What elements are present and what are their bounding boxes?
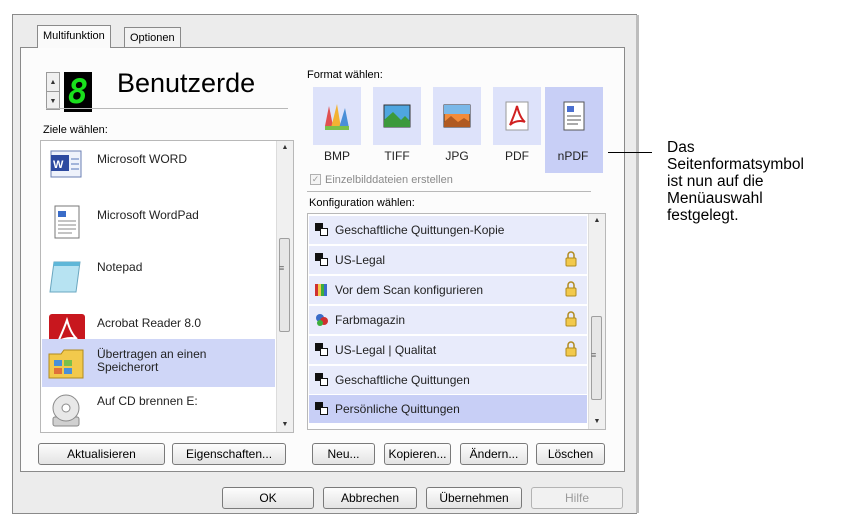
jpg-icon [443,104,471,128]
list-item-label: Microsoft WordPad [97,208,199,222]
apply-button[interactable]: Übernehmen [426,487,522,509]
scroll-down-icon[interactable]: ▼ [589,415,605,429]
wordpad-icon [54,205,80,239]
config-item-label: Geschaftliche Quittungen [335,373,470,387]
format-jpg[interactable]: JPG [429,87,485,173]
list-item-label: Acrobat Reader 8.0 [97,316,202,330]
refresh-button[interactable]: Aktualisieren [38,443,165,465]
config-item[interactable]: US-Legal [309,246,587,274]
format-pdf-label: PDF [505,149,529,163]
cancel-button[interactable]: Abbrechen [323,487,417,509]
config-item-selected[interactable]: Persönliche Quittungen [309,395,587,423]
targets-list[interactable]: W Microsoft WORD Microsoft WordPad Notep… [40,140,294,433]
delete-button[interactable]: Löschen [536,443,605,465]
help-button[interactable]: Hilfe [531,487,623,509]
cd-icon [52,394,80,427]
scanner-config-icon [315,343,328,356]
lock-icon [565,311,577,327]
single-files-checkbox[interactable]: ✓ [310,174,321,185]
config-item[interactable]: Farbmagazin [309,306,587,334]
notepad-icon [49,261,81,293]
magazine-config-icon [316,314,328,326]
scroll-up-icon[interactable]: ▲ [277,141,293,155]
scroll-down-icon[interactable]: ▼ [277,418,293,432]
edit-button[interactable]: Ändern... [460,443,528,465]
format-npdf-label: nPDF [557,149,589,163]
scroll-up-icon[interactable]: ▲ [589,214,605,228]
targets-scrollbar[interactable]: ▲ ≡ ▼ [276,141,293,432]
list-item-label: Notepad [97,260,143,274]
profile-spinner[interactable]: ▲ ▼ [46,72,60,110]
tab-multifunktion[interactable]: Multifunktion [37,25,111,48]
config-label: Konfiguration wählen: [309,197,415,209]
list-item-label: Übertragen an einen Speicherort [97,347,207,374]
format-jpg-label: JPG [445,149,469,163]
lock-icon [565,341,577,357]
format-npdf[interactable]: nPDF [545,87,603,173]
scroll-thumb[interactable] [279,238,290,332]
ok-button[interactable]: OK [222,487,314,509]
targets-label: Ziele wählen: [43,124,108,136]
config-item[interactable]: Geschaftliche Quittungen [309,366,587,394]
new-button[interactable]: Neu... [312,443,375,465]
config-item-label: Geschaftliche Quittungen-Kopie [335,223,505,237]
config-list[interactable]: Geschaftliche Quittungen-Kopie US-Legal … [307,213,606,430]
divider [307,191,591,192]
config-item-label: Vor dem Scan konfigurieren [335,283,484,297]
tiff-icon [383,104,411,128]
list-item[interactable]: Microsoft WordPad [42,197,275,253]
scanner-config-icon [315,223,328,236]
config-item-label: Persönliche Quittungen [335,402,460,416]
lock-icon [565,281,577,297]
format-pdf[interactable]: PDF [489,87,545,173]
config-scrollbar[interactable]: ▲ ≡ ▼ [588,214,605,429]
format-bmp[interactable]: BMP [309,87,365,173]
config-item-label: Farbmagazin [335,313,406,327]
profile-number: 8 [64,72,92,112]
word-icon: W [50,150,82,178]
scanner-config-icon [315,402,328,415]
format-tiff-label: TIFF [384,149,410,163]
svg-text:W: W [53,159,64,171]
scanner-config-icon [315,253,328,266]
config-item-label: US-Legal | Qualitat [335,343,437,357]
list-item-selected[interactable]: Übertragen an einen Speicherort [42,339,275,387]
callout-leader-line [608,152,652,153]
format-bmp-label: BMP [323,149,350,163]
npdf-icon [563,101,585,131]
copy-button[interactable]: Kopieren... [384,443,451,465]
properties-button[interactable]: Eigenschaften... [172,443,286,465]
color-config-icon [315,284,327,296]
config-item[interactable]: Geschaftliche Quittungen-Kopie [309,216,587,244]
config-item[interactable]: Vor dem Scan konfigurieren [309,276,587,304]
profile-underline [46,108,288,109]
spin-up-icon[interactable]: ▲ [47,73,59,91]
lock-icon [565,251,577,267]
config-item[interactable]: US-Legal | Qualitat [309,336,587,364]
list-item-label: Microsoft WORD [97,152,187,166]
profile-name: Benutzerde [117,68,256,98]
list-item-label: Auf CD brennen E: [97,394,198,408]
folder-icon [48,349,84,379]
config-item-label: US-Legal [335,253,386,267]
callout-text: Das Seitenformatsymbol ist nun auf die M… [667,139,804,224]
bmp-icon [325,104,349,130]
format-tiff[interactable]: TIFF [369,87,425,173]
list-item[interactable]: W Microsoft WORD [42,141,275,197]
grip-icon: ≡ [591,350,597,360]
list-item[interactable]: Auf CD brennen E: [42,387,275,432]
grip-icon: ≡ [279,263,285,273]
single-files-label: Einzelbilddateien erstellen [325,174,453,186]
list-item[interactable]: Notepad [42,253,275,309]
format-label: Format wählen: [307,69,383,81]
tab-optionen[interactable]: Optionen [124,27,181,48]
scanner-config-icon [315,373,328,386]
pdf-icon [505,101,529,131]
